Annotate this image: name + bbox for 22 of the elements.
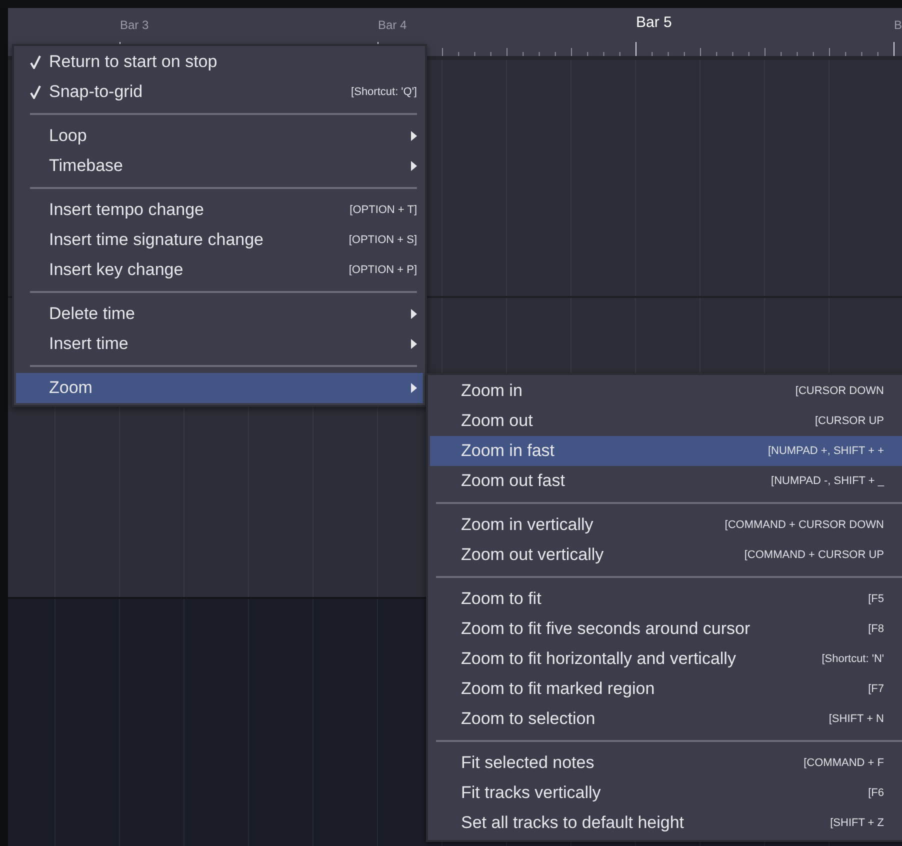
shortcut-label: [COMMAND + CURSOR UP: [744, 549, 884, 561]
shortcut-label: [F5: [868, 593, 884, 605]
shortcut-label: [OPTION + P]: [348, 264, 417, 276]
shortcut-label: [CURSOR UP: [814, 415, 884, 427]
shortcut-label: [NUMPAD +, SHIFT + +: [768, 445, 884, 457]
shortcut-label: [OPTION + T]: [350, 204, 417, 216]
shortcut-label: [F8: [868, 623, 884, 635]
bar-label: Bar 5: [636, 14, 672, 31]
shortcut-label: [CURSOR DOWN: [795, 385, 884, 397]
shortcut-label: [OPTION + S]: [348, 234, 417, 246]
shortcut-label: [F6: [868, 787, 884, 799]
shortcut-label: [Shortcut: 'N': [822, 653, 884, 665]
shortcut-label: [SHIFT + Z: [830, 817, 884, 829]
shortcut-label: [Shortcut: 'Q']: [351, 86, 417, 98]
bar-label: Bar 3: [120, 18, 149, 32]
shortcut-label: [COMMAND + CURSOR DOWN: [724, 519, 884, 531]
bar-label: Bar 4: [378, 18, 407, 32]
shortcut-label: [NUMPAD -, SHIFT + _: [771, 475, 884, 487]
shortcut-label: [F7: [868, 683, 884, 695]
shortcut-label: [COMMAND + F: [804, 757, 884, 769]
bar-label: B: [894, 18, 902, 32]
shortcut-label: [SHIFT + N: [828, 713, 884, 725]
